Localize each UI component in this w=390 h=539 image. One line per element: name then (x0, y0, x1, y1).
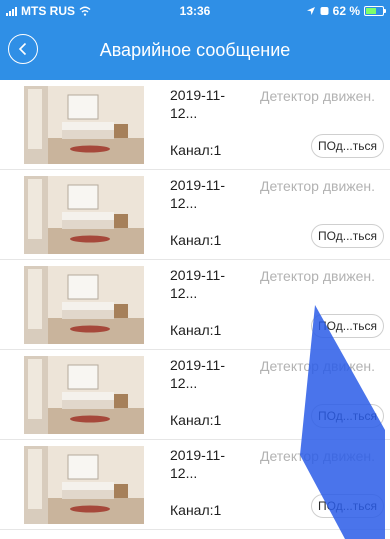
alarm-row[interactable]: 2019-11- 12... Детектор движен. Канал:1 … (0, 80, 390, 170)
alarm-date: 2019-11- 12... (170, 177, 226, 211)
alarm-row[interactable]: 2019-11- 12... Детектор движен. Канал:1 … (0, 440, 390, 530)
snapshot-thumbnail[interactable] (24, 446, 144, 524)
alarm-row[interactable]: 2019-11- 12... Детектор движен. Канал:1 … (0, 260, 390, 350)
nav-bar: Аварийное сообщение (0, 22, 390, 80)
status-right: 62 % (306, 4, 386, 18)
snapshot-thumbnail[interactable] (24, 86, 144, 164)
alarm-type: Детектор движен. (260, 88, 376, 104)
alarm-action-button[interactable]: ПОд...ться (311, 224, 384, 248)
alarm-channel: Канал:1 (170, 322, 222, 338)
page-title: Аварийное сообщение (99, 40, 291, 60)
alarm-action-button[interactable]: ПОд...ться (311, 134, 384, 158)
alarm-row[interactable]: 2019-11- 12... Детектор движен. Канал:1 … (0, 170, 390, 260)
battery-icon (364, 6, 386, 16)
status-bar: MTS RUS 13:36 62 % (0, 0, 390, 22)
alarm-row[interactable]: 2019-11- 12... Детектор движен. Канал:1 … (0, 350, 390, 440)
alarm-action-button[interactable]: ПОд...ться (311, 314, 384, 338)
location-arrow-icon (306, 7, 315, 15)
alarm-date: 2019-11- 12... (170, 447, 226, 481)
alarm-type: Детектор движен. (260, 448, 376, 464)
snapshot-thumbnail[interactable] (24, 266, 144, 344)
alarm-type: Детектор движен. (260, 268, 376, 284)
alarm-channel: Канал:1 (170, 412, 222, 428)
snapshot-thumbnail[interactable] (24, 176, 144, 254)
battery-percent: 62 % (332, 4, 360, 18)
alarm-channel: Канал:1 (170, 232, 222, 248)
alarm-list: 2019-11- 12... Детектор движен. Канал:1 … (0, 80, 390, 530)
alarm-channel: Канал:1 (170, 502, 222, 518)
alarm-action-button[interactable]: ПОд...ться (311, 494, 384, 518)
alarm-date: 2019-11- 12... (170, 357, 226, 391)
alarm-type: Детектор движен. (260, 358, 376, 374)
alarm-type: Детектор движен. (260, 178, 376, 194)
alarm-date: 2019-11- 12... (170, 87, 226, 121)
alarm-clock-icon (320, 7, 329, 15)
snapshot-thumbnail[interactable] (24, 356, 144, 434)
alarm-action-button[interactable]: ПОд...ться (311, 404, 384, 428)
alarm-channel: Канал:1 (170, 142, 222, 158)
alarm-date: 2019-11- 12... (170, 267, 226, 301)
